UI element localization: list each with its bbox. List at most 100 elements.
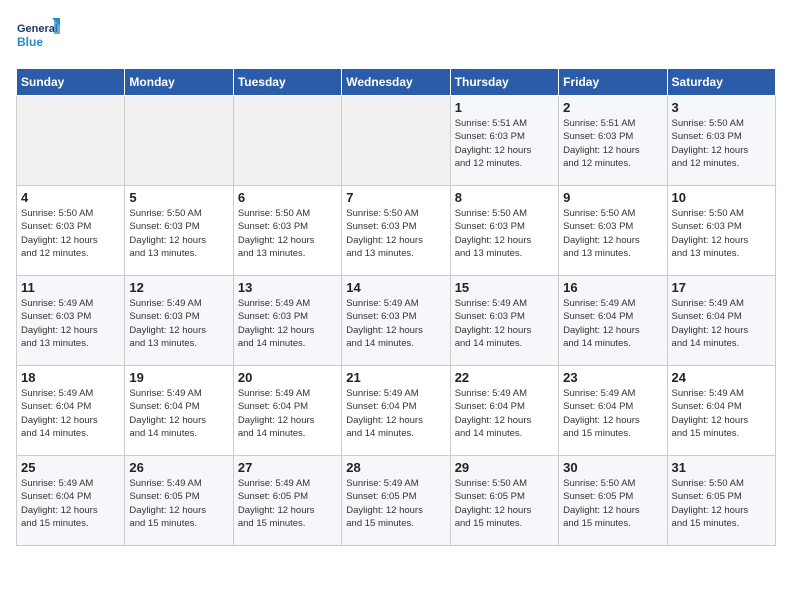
day-info: Sunrise: 5:49 AM Sunset: 6:05 PM Dayligh… — [346, 477, 445, 530]
weekday-header-wednesday: Wednesday — [342, 69, 450, 96]
calendar-cell: 13 Sunrise: 5:49 AM Sunset: 6:03 PM Dayli… — [233, 276, 341, 366]
day-info: Sunrise: 5:49 AM Sunset: 6:04 PM Dayligh… — [346, 387, 445, 440]
week-row-1: 1 Sunrise: 5:51 AM Sunset: 6:03 PM Daylig… — [17, 96, 776, 186]
calendar-cell: 30Sunrise: 5:50 AM Sunset: 6:05 PM Dayli… — [559, 456, 667, 546]
day-info: Sunrise: 5:50 AM Sunset: 6:03 PM Dayligh… — [129, 207, 228, 260]
calendar-cell: 11 Sunrise: 5:49 AM Sunset: 6:03 PM Dayli… — [17, 276, 125, 366]
calendar-cell: 12 Sunrise: 5:49 AM Sunset: 6:03 PM Dayli… — [125, 276, 233, 366]
day-number: 11 — [21, 280, 120, 295]
weekday-header-tuesday: Tuesday — [233, 69, 341, 96]
day-number: 6 — [238, 190, 337, 205]
day-info: Sunrise: 5:49 AM Sunset: 6:03 PM Dayligh… — [238, 297, 337, 350]
day-info: Sunrise: 5:50 AM Sunset: 6:03 PM Dayligh… — [455, 207, 554, 260]
day-info: Sunrise: 5:50 AM Sunset: 6:05 PM Dayligh… — [455, 477, 554, 530]
svg-text:Blue: Blue — [17, 35, 43, 49]
calendar-cell: 8Sunrise: 5:50 AM Sunset: 6:03 PM Daylig… — [450, 186, 558, 276]
day-info: Sunrise: 5:49 AM Sunset: 6:03 PM Dayligh… — [455, 297, 554, 350]
day-number: 3 — [672, 100, 771, 115]
weekday-header-sunday: Sunday — [17, 69, 125, 96]
calendar-header: SundayMondayTuesdayWednesdayThursdayFrid… — [17, 69, 776, 96]
day-info: Sunrise: 5:50 AM Sunset: 6:03 PM Dayligh… — [563, 207, 662, 260]
day-info: Sunrise: 5:51 AM Sunset: 6:03 PM Dayligh… — [563, 117, 662, 170]
day-number: 19 — [129, 370, 228, 385]
calendar-cell — [17, 96, 125, 186]
calendar-cell: 1 Sunrise: 5:51 AM Sunset: 6:03 PM Daylig… — [450, 96, 558, 186]
svg-text:General: General — [17, 23, 58, 35]
day-info: Sunrise: 5:50 AM Sunset: 6:03 PM Dayligh… — [21, 207, 120, 260]
calendar-cell: 9 Sunrise: 5:50 AM Sunset: 6:03 PM Daylig… — [559, 186, 667, 276]
logo-svg: General Blue — [16, 16, 60, 60]
day-number: 16 — [563, 280, 662, 295]
calendar-cell: 26Sunrise: 5:49 AM Sunset: 6:05 PM Dayli… — [125, 456, 233, 546]
day-number: 18 — [21, 370, 120, 385]
calendar-cell: 21Sunrise: 5:49 AM Sunset: 6:04 PM Dayli… — [342, 366, 450, 456]
day-number: 28 — [346, 460, 445, 475]
day-info: Sunrise: 5:49 AM Sunset: 6:04 PM Dayligh… — [21, 477, 120, 530]
calendar-cell: 28 Sunrise: 5:49 AM Sunset: 6:05 PM Dayli… — [342, 456, 450, 546]
weekday-header-saturday: Saturday — [667, 69, 775, 96]
day-info: Sunrise: 5:49 AM Sunset: 6:03 PM Dayligh… — [21, 297, 120, 350]
day-number: 10 — [672, 190, 771, 205]
calendar-cell — [233, 96, 341, 186]
day-info: Sunrise: 5:49 AM Sunset: 6:04 PM Dayligh… — [455, 387, 554, 440]
day-info: Sunrise: 5:51 AM Sunset: 6:03 PM Dayligh… — [455, 117, 554, 170]
day-number: 14 — [346, 280, 445, 295]
day-info: Sunrise: 5:49 AM Sunset: 6:04 PM Dayligh… — [21, 387, 120, 440]
calendar-cell: 25Sunrise: 5:49 AM Sunset: 6:04 PM Dayli… — [17, 456, 125, 546]
day-number: 27 — [238, 460, 337, 475]
day-number: 12 — [129, 280, 228, 295]
day-info: Sunrise: 5:49 AM Sunset: 6:04 PM Dayligh… — [563, 297, 662, 350]
day-number: 31 — [672, 460, 771, 475]
day-number: 13 — [238, 280, 337, 295]
calendar-cell: 27 Sunrise: 5:49 AM Sunset: 6:05 PM Dayli… — [233, 456, 341, 546]
day-number: 9 — [563, 190, 662, 205]
calendar-body: 1 Sunrise: 5:51 AM Sunset: 6:03 PM Daylig… — [17, 96, 776, 546]
calendar-cell — [342, 96, 450, 186]
day-number: 17 — [672, 280, 771, 295]
day-info: Sunrise: 5:49 AM Sunset: 6:04 PM Dayligh… — [563, 387, 662, 440]
calendar-cell: 5 Sunrise: 5:50 AM Sunset: 6:03 PM Daylig… — [125, 186, 233, 276]
weekday-header-friday: Friday — [559, 69, 667, 96]
calendar-cell: 16 Sunrise: 5:49 AM Sunset: 6:04 PM Dayli… — [559, 276, 667, 366]
calendar-cell: 22 Sunrise: 5:49 AM Sunset: 6:04 PM Dayli… — [450, 366, 558, 456]
week-row-2: 4 Sunrise: 5:50 AM Sunset: 6:03 PM Daylig… — [17, 186, 776, 276]
day-info: Sunrise: 5:49 AM Sunset: 6:05 PM Dayligh… — [129, 477, 228, 530]
weekday-header-thursday: Thursday — [450, 69, 558, 96]
calendar-cell: 18 Sunrise: 5:49 AM Sunset: 6:04 PM Dayli… — [17, 366, 125, 456]
day-number: 22 — [455, 370, 554, 385]
calendar-cell: 15Sunrise: 5:49 AM Sunset: 6:03 PM Dayli… — [450, 276, 558, 366]
calendar-cell: 3 Sunrise: 5:50 AM Sunset: 6:03 PM Daylig… — [667, 96, 775, 186]
day-number: 5 — [129, 190, 228, 205]
calendar-cell: 4 Sunrise: 5:50 AM Sunset: 6:03 PM Daylig… — [17, 186, 125, 276]
day-info: Sunrise: 5:50 AM Sunset: 6:03 PM Dayligh… — [346, 207, 445, 260]
day-number: 1 — [455, 100, 554, 115]
day-info: Sunrise: 5:49 AM Sunset: 6:03 PM Dayligh… — [129, 297, 228, 350]
day-info: Sunrise: 5:49 AM Sunset: 6:04 PM Dayligh… — [129, 387, 228, 440]
day-info: Sunrise: 5:49 AM Sunset: 6:03 PM Dayligh… — [346, 297, 445, 350]
day-number: 7 — [346, 190, 445, 205]
calendar-cell: 23 Sunrise: 5:49 AM Sunset: 6:04 PM Dayli… — [559, 366, 667, 456]
day-info: Sunrise: 5:50 AM Sunset: 6:03 PM Dayligh… — [238, 207, 337, 260]
calendar-cell: 19 Sunrise: 5:49 AM Sunset: 6:04 PM Dayli… — [125, 366, 233, 456]
day-info: Sunrise: 5:49 AM Sunset: 6:05 PM Dayligh… — [238, 477, 337, 530]
calendar-cell: 14 Sunrise: 5:49 AM Sunset: 6:03 PM Dayli… — [342, 276, 450, 366]
calendar-cell: 24Sunrise: 5:49 AM Sunset: 6:04 PM Dayli… — [667, 366, 775, 456]
day-info: Sunrise: 5:49 AM Sunset: 6:04 PM Dayligh… — [238, 387, 337, 440]
day-info: Sunrise: 5:50 AM Sunset: 6:03 PM Dayligh… — [672, 207, 771, 260]
day-number: 30 — [563, 460, 662, 475]
calendar-cell: 10 Sunrise: 5:50 AM Sunset: 6:03 PM Dayli… — [667, 186, 775, 276]
day-info: Sunrise: 5:49 AM Sunset: 6:04 PM Dayligh… — [672, 387, 771, 440]
week-row-5: 25Sunrise: 5:49 AM Sunset: 6:04 PM Dayli… — [17, 456, 776, 546]
calendar-cell: 20 Sunrise: 5:49 AM Sunset: 6:04 PM Dayli… — [233, 366, 341, 456]
calendar-cell: 7 Sunrise: 5:50 AM Sunset: 6:03 PM Daylig… — [342, 186, 450, 276]
day-number: 23 — [563, 370, 662, 385]
day-number: 4 — [21, 190, 120, 205]
day-number: 20 — [238, 370, 337, 385]
calendar-table: SundayMondayTuesdayWednesdayThursdayFrid… — [16, 68, 776, 546]
day-info: Sunrise: 5:49 AM Sunset: 6:04 PM Dayligh… — [672, 297, 771, 350]
calendar-cell: 29Sunrise: 5:50 AM Sunset: 6:05 PM Dayli… — [450, 456, 558, 546]
calendar-cell: 31 Sunrise: 5:50 AM Sunset: 6:05 PM Dayli… — [667, 456, 775, 546]
day-info: Sunrise: 5:50 AM Sunset: 6:03 PM Dayligh… — [672, 117, 771, 170]
calendar-cell — [125, 96, 233, 186]
day-info: Sunrise: 5:50 AM Sunset: 6:05 PM Dayligh… — [672, 477, 771, 530]
